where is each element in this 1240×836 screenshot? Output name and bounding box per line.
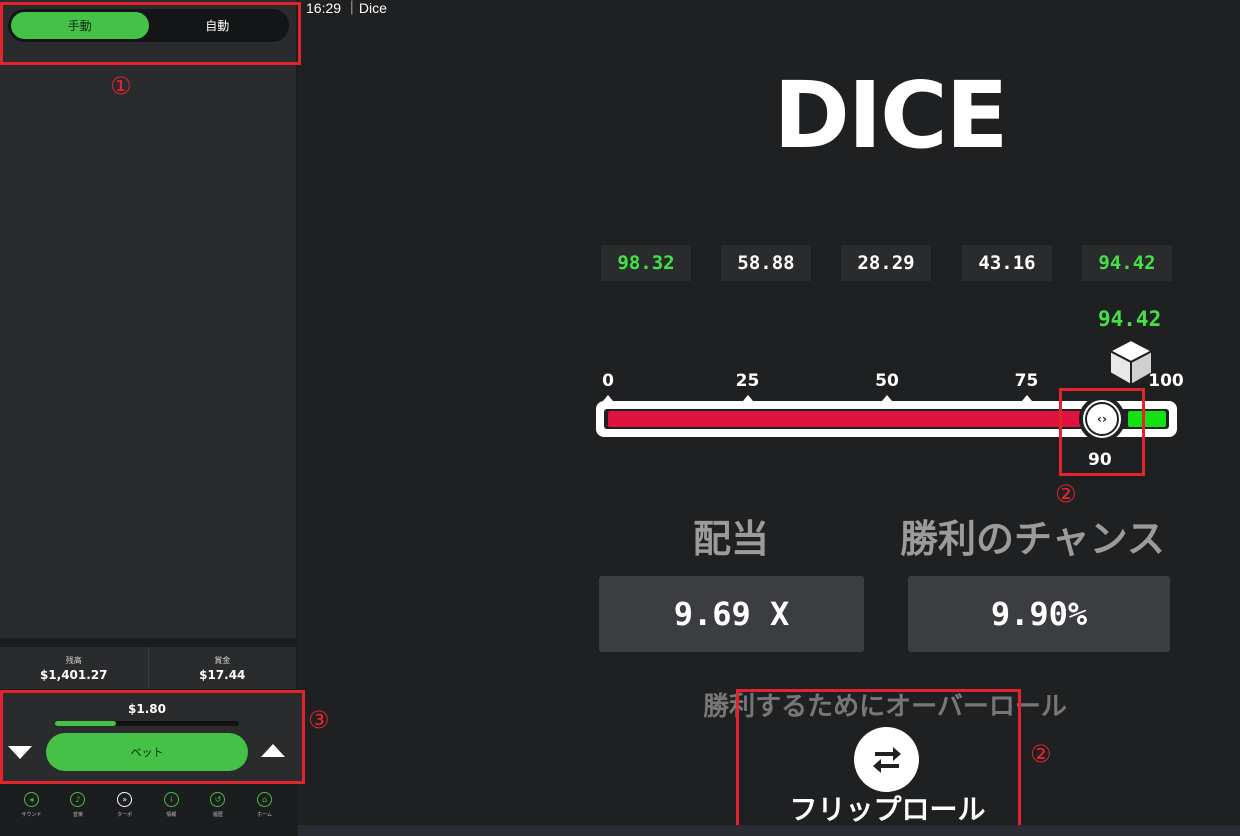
nav-label: サウンド [21,812,42,818]
balance-value: $1,401.27 [39,667,108,682]
info-icon: i [163,792,179,807]
nav-home[interactable]: ⌂ ホーム [247,792,283,832]
slider-tick-label: 75 [1014,371,1039,391]
annotation-number: ① [110,72,132,100]
history-roll: 43.16 [962,245,1052,281]
current-roll-value: 94.42 [1098,307,1162,331]
history-roll: 94.42 [1082,245,1172,281]
slider-tick-label: 100 [1148,371,1184,391]
slider-tick-label: 0 [602,371,614,391]
win-chance-value[interactable]: 9.90% [908,576,1170,652]
annotation-number: ③ [308,706,330,734]
nav-history[interactable]: ↺ 履歴 [200,792,236,832]
history-roll: 58.88 [721,245,811,281]
nav-label: 情報 [166,812,177,818]
winnings-label: 賞金 [214,655,231,665]
annotation-box-flip [736,689,1021,829]
history-roll: 28.29 [841,245,931,281]
annotation-box-bet [0,690,305,784]
bottom-strip [298,825,1240,836]
slider-lose-range [608,411,1093,427]
nav-info[interactable]: i 情報 [153,792,189,832]
history-icon: ↺ [210,792,226,807]
balance-label: 残高 [65,655,82,665]
nav-label: 音楽 [72,812,83,818]
slider-tick-label: 25 [735,371,760,391]
nav-label: ターボ [117,812,133,818]
nav-label: 履歴 [212,812,223,818]
nav-music[interactable]: ♪ 音楽 [60,792,96,832]
dice-logo: DICE [773,62,1009,169]
bottom-nav: ◂ サウンド ♪ 音楽 » ターボ i 情報 ↺ 履歴 ⌂ ホーム [0,792,296,832]
multiplier-label: 配当 [693,517,770,561]
music-icon: ♪ [70,792,86,807]
win-chance-label: 勝利のチャンス [900,517,1165,561]
annotation-box-mode [0,2,301,65]
winnings: 賞金 $17.44 [147,647,297,689]
slider-tick-label: 50 [875,371,899,391]
balance: 残高 $1,401.27 [0,647,148,689]
nav-sound[interactable]: ◂ サウンド [13,792,49,832]
speaker-icon: ◂ [23,792,39,807]
window-title: 16:29 ｜Dice [306,0,387,16]
multiplier-value[interactable]: 9.69 X [599,576,864,652]
history-roll: 98.32 [601,245,691,281]
balance-panel: 残高 $1,401.27 賞金 $17.44 [0,647,296,689]
annotation-number: ② [1055,480,1077,508]
annotation-box-slider [1059,388,1145,476]
home-icon: ⌂ [257,792,273,807]
winnings-value: $17.44 [199,667,246,682]
nav-label: ホーム [257,812,273,818]
sidebar-content-area [0,0,296,638]
nav-turbo[interactable]: » ターボ [107,792,143,832]
annotation-number: ② [1030,740,1052,768]
turbo-icon: » [117,792,133,807]
